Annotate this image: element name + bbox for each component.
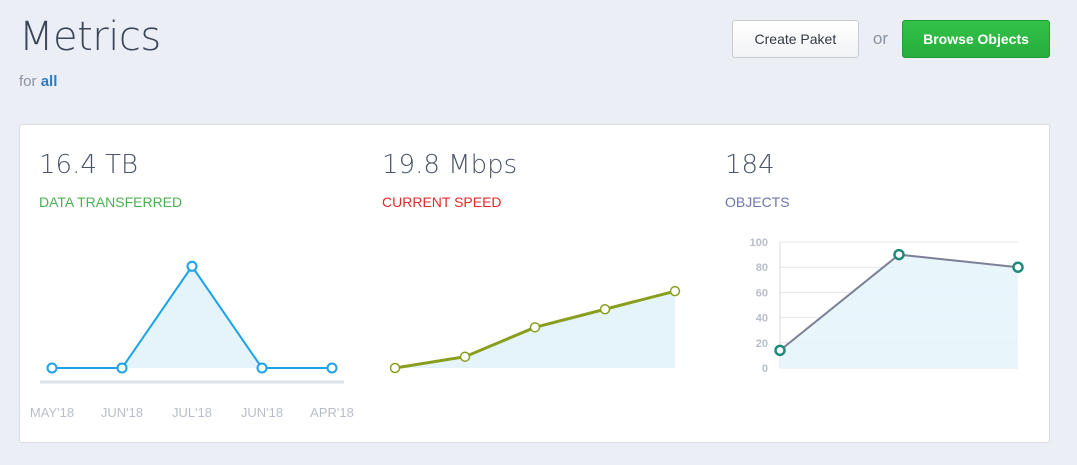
y-tick-label: 100 <box>750 237 768 249</box>
data-point <box>529 322 541 333</box>
x-tick-label: MAY'18 <box>30 405 74 420</box>
metrics-card: 16.4 TB DATA TRANSFERRED 19.8 Mbps CURRE… <box>19 124 1050 443</box>
x-tick-label: JUN'18 <box>241 405 283 420</box>
page-subtitle: for all <box>19 73 57 90</box>
y-tick-label: 40 <box>756 313 768 325</box>
data-point <box>1012 261 1024 273</box>
data-point <box>116 362 128 374</box>
chart-objects: 100 80 60 40 20 0 <box>750 237 1024 375</box>
chart-data-transferred: MAY'18 JUN'18 JUL'18 JUN'18 APR'18 <box>30 260 354 420</box>
y-tick-label: 20 <box>756 338 768 350</box>
subtitle-scope-link[interactable]: all <box>41 73 58 90</box>
metric-label: DATA TRANSFERRED <box>39 194 183 210</box>
metric-objects: 184 OBJECTS <box>725 150 790 210</box>
metric-value: 19.8 Mbps <box>382 150 518 180</box>
area-fill <box>52 266 332 368</box>
y-tick-label: 60 <box>756 287 768 299</box>
metric-value: 16.4 TB <box>39 150 139 180</box>
data-point <box>669 285 681 297</box>
y-tick-label: 80 <box>756 262 768 274</box>
metric-data-transferred: 16.4 TB DATA TRANSFERRED <box>39 150 182 210</box>
data-point <box>389 362 401 374</box>
metric-label: CURRENT SPEED <box>382 194 502 210</box>
data-point <box>893 248 905 261</box>
area-fill <box>780 254 1018 368</box>
y-tick-label: 0 <box>762 363 768 375</box>
data-point <box>326 362 338 374</box>
browse-objects-button[interactable]: Browse Objects <box>902 20 1050 58</box>
create-paket-button[interactable]: Create Paket <box>731 20 859 58</box>
data-point <box>599 303 611 315</box>
chart-current-speed <box>389 285 681 374</box>
metric-value: 184 <box>725 150 775 180</box>
subtitle-prefix: for <box>19 73 37 90</box>
data-point <box>46 362 58 374</box>
data-point <box>256 362 268 374</box>
metric-label: OBJECTS <box>725 194 790 210</box>
data-point <box>186 260 198 272</box>
or-separator: or <box>872 29 888 48</box>
x-tick-label: APR'18 <box>310 405 354 420</box>
data-point <box>774 344 786 357</box>
data-point <box>459 351 471 362</box>
x-tick-label: JUN'18 <box>101 405 143 420</box>
x-tick-label: JUL'18 <box>172 405 212 420</box>
page-title: Metrics <box>19 14 161 60</box>
metric-current-speed: 19.8 Mbps CURRENT SPEED <box>382 150 517 210</box>
header-actions: Create Paket or Browse Objects <box>731 20 1050 58</box>
